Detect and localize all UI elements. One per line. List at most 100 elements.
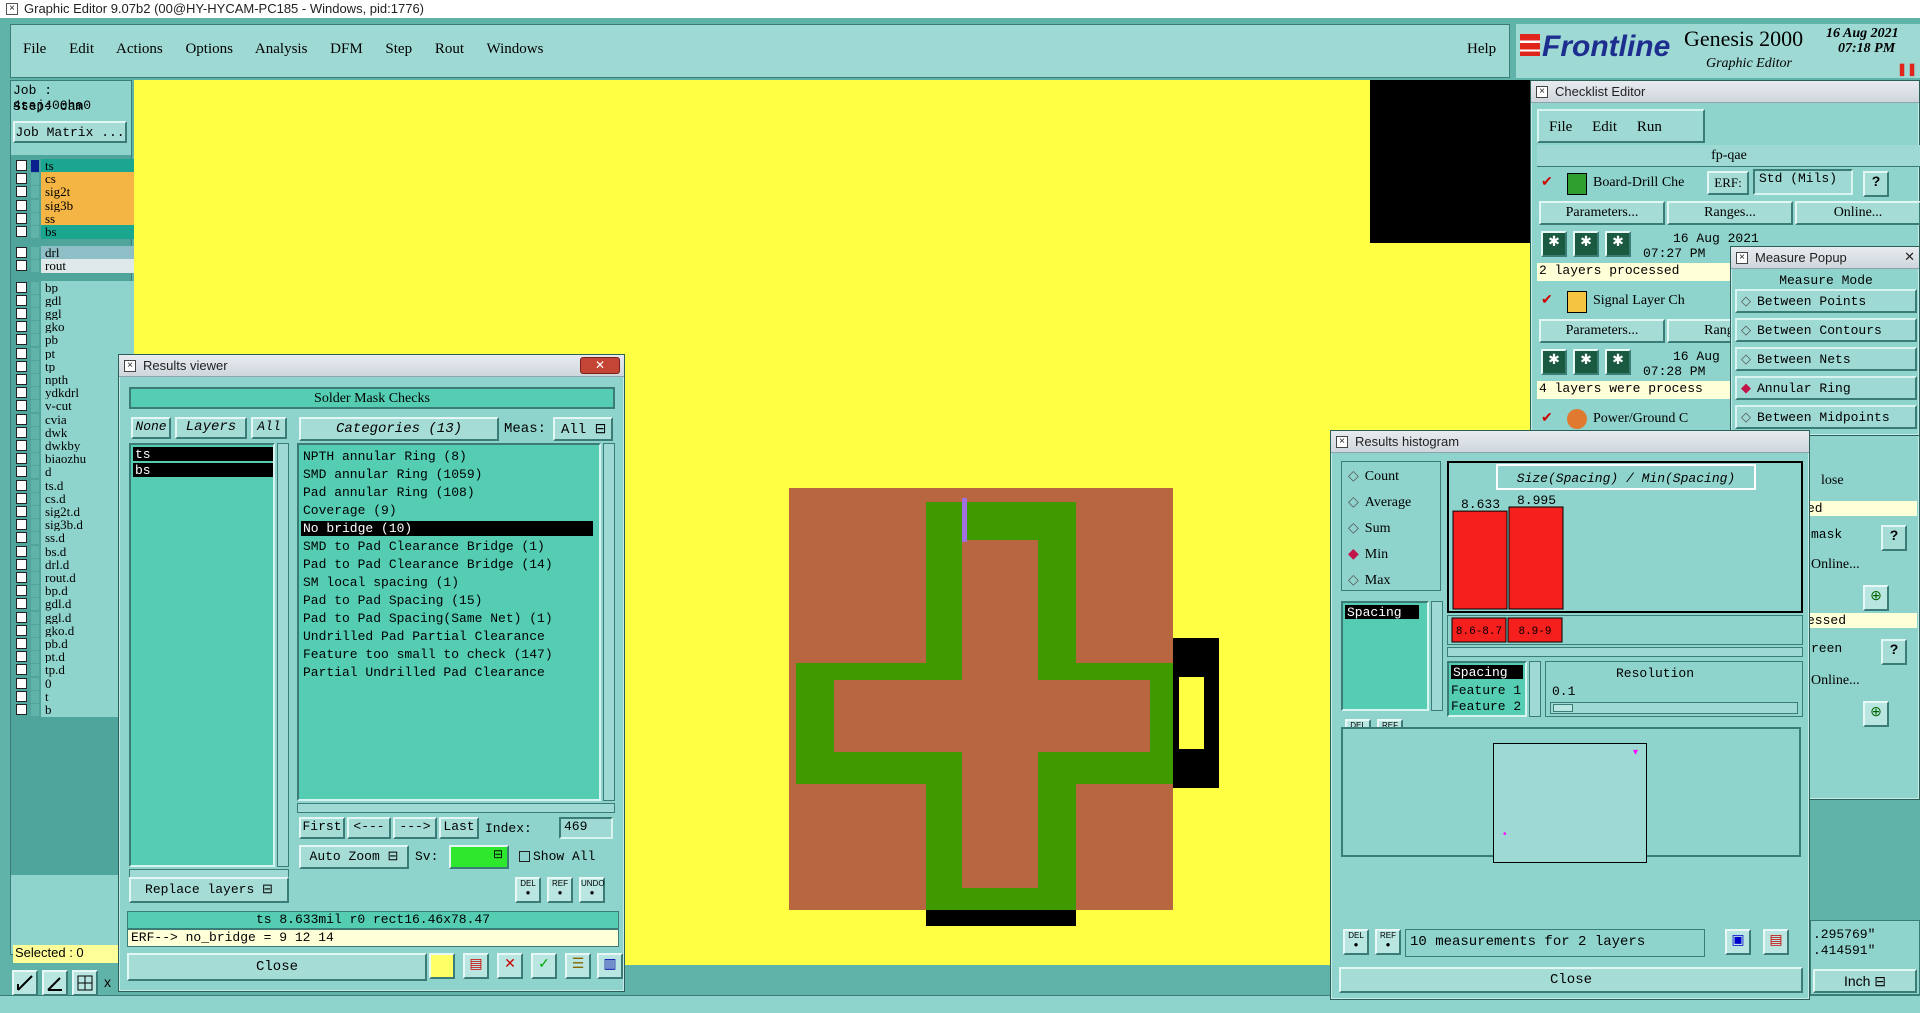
job-matrix-button[interactable]: Job Matrix ... bbox=[13, 121, 127, 143]
histogram-items-list[interactable]: Spacing bbox=[1341, 601, 1429, 711]
grid-tool-icon[interactable] bbox=[72, 970, 98, 996]
checklist-menu-edit[interactable]: Edit bbox=[1592, 119, 1617, 135]
layers-listbox[interactable]: ts bs bbox=[129, 443, 275, 867]
measure-option[interactable]: ◇ Between Points bbox=[1735, 289, 1917, 313]
row1-run-icon-1[interactable]: ✱ bbox=[1541, 231, 1567, 257]
fragment-zoom-icon-2[interactable]: ⊕ bbox=[1863, 701, 1889, 727]
field-vscroll[interactable] bbox=[1529, 661, 1541, 717]
fragment-zoom-icon-1[interactable]: ⊕ bbox=[1863, 585, 1889, 611]
layer-checkbox[interactable] bbox=[16, 321, 27, 333]
category-item[interactable]: Pad annular Ring (108) bbox=[301, 485, 593, 500]
category-item[interactable]: Undrilled Pad Partial Clearance bbox=[301, 629, 593, 644]
del-icon[interactable]: DEL ● bbox=[515, 877, 541, 903]
menu-dfm[interactable]: DFM bbox=[330, 41, 363, 57]
measure-option[interactable]: ◇ Between Midpoints bbox=[1735, 405, 1917, 429]
fragment-help-icon-1[interactable]: ? bbox=[1881, 525, 1907, 551]
layer-checkbox[interactable] bbox=[16, 492, 27, 504]
close-icon[interactable]: ✕ bbox=[1904, 249, 1915, 265]
layer-checkbox[interactable] bbox=[16, 413, 27, 425]
icon-chart[interactable]: ▥ bbox=[597, 953, 623, 979]
row3-check[interactable]: ✔ bbox=[1541, 409, 1553, 426]
layer-checkbox[interactable] bbox=[16, 160, 27, 171]
layers-vscroll[interactable] bbox=[277, 443, 289, 867]
category-item[interactable]: Feature too small to check (147) bbox=[301, 647, 593, 662]
slider-thumb[interactable] bbox=[1553, 704, 1573, 712]
layer-checkbox[interactable] bbox=[16, 260, 27, 272]
menu-edit[interactable]: Edit bbox=[69, 41, 94, 57]
category-item[interactable]: Partial Undrilled Pad Clearance bbox=[301, 665, 593, 680]
close-icon[interactable]: ✕ bbox=[580, 357, 620, 374]
row2-run-icon-1[interactable]: ✱ bbox=[1541, 349, 1567, 375]
category-item[interactable]: Pad to Pad Clearance Bridge (14) bbox=[301, 557, 593, 572]
ref-icon[interactable]: REF ● bbox=[547, 877, 573, 903]
menu-options[interactable]: Options bbox=[185, 41, 233, 57]
categories-vscroll[interactable] bbox=[603, 443, 615, 801]
stat-option[interactable]: ◇ Sum bbox=[1348, 520, 1390, 537]
row1-check[interactable]: ✔ bbox=[1541, 173, 1553, 190]
icon-check[interactable]: ✓ bbox=[531, 953, 557, 979]
field-feature2[interactable]: Feature 2 bbox=[1451, 699, 1521, 714]
layer-checkbox[interactable] bbox=[16, 440, 27, 451]
layer-checkbox[interactable] bbox=[16, 545, 27, 557]
layer-checkbox[interactable] bbox=[16, 186, 27, 198]
layer-checkbox[interactable] bbox=[16, 704, 27, 715]
field-list[interactable]: Spacing Feature 1 Feature 2 bbox=[1447, 661, 1527, 717]
layers-none-button[interactable]: None bbox=[131, 417, 171, 439]
category-item[interactable]: Pad to Pad Spacing(Same Net) (1) bbox=[301, 611, 593, 626]
category-item[interactable]: NPTH annular Ring (8) bbox=[301, 449, 593, 464]
row1-std[interactable]: Std (Mils) bbox=[1753, 169, 1853, 195]
icon-list[interactable]: ☰ bbox=[565, 953, 591, 979]
layer-checkbox[interactable] bbox=[16, 453, 27, 465]
angle-tool-icon[interactable] bbox=[42, 970, 68, 996]
menu-step[interactable]: Step bbox=[385, 41, 412, 57]
chart-hscroll[interactable] bbox=[1447, 647, 1803, 657]
fragment-online-1[interactable]: Online... bbox=[1811, 557, 1860, 573]
layer-checkbox[interactable] bbox=[16, 308, 27, 319]
icon-highlight[interactable] bbox=[429, 953, 455, 979]
menu-analysis[interactable]: Analysis bbox=[255, 41, 308, 57]
layer-checkbox[interactable] bbox=[16, 400, 27, 412]
category-item[interactable]: Coverage (9) bbox=[301, 503, 593, 518]
category-item[interactable]: SMD annular Ring (1059) bbox=[301, 467, 593, 482]
hist-export-icon[interactable]: ▣ bbox=[1725, 929, 1751, 955]
hist-footer-ref-icon[interactable]: REF ● bbox=[1375, 929, 1401, 955]
units-dropdown[interactable]: Inch ⊟ bbox=[1813, 969, 1917, 993]
checklist-menu-run[interactable]: Run bbox=[1637, 119, 1662, 135]
layer-item-ts[interactable]: ts bbox=[133, 447, 273, 462]
row3-label[interactable]: Power/Ground C bbox=[1593, 411, 1688, 427]
draw-tool-icon[interactable] bbox=[12, 970, 38, 996]
histogram-bar[interactable] bbox=[1508, 506, 1564, 610]
replace-layers-button[interactable]: Replace layers ⊟ bbox=[129, 877, 289, 903]
layer-checkbox[interactable] bbox=[16, 247, 27, 259]
layer-checkbox[interactable] bbox=[16, 426, 27, 438]
row1-ranges-button[interactable]: Ranges... bbox=[1667, 201, 1793, 225]
preview-box[interactable] bbox=[1493, 743, 1647, 863]
layer-checkbox[interactable] bbox=[16, 199, 27, 211]
category-item[interactable]: SMD to Pad Clearance Bridge (1) bbox=[301, 539, 593, 554]
items-vscroll[interactable] bbox=[1431, 601, 1443, 711]
categories-hscroll[interactable] bbox=[297, 803, 615, 813]
menu-actions[interactable]: Actions bbox=[116, 41, 163, 57]
stat-option[interactable]: ◆ Min bbox=[1348, 546, 1388, 563]
measure-option[interactable]: ◇ Between Nets bbox=[1735, 347, 1917, 371]
layer-checkbox[interactable] bbox=[16, 624, 27, 636]
layer-checkbox[interactable] bbox=[16, 677, 27, 689]
layer-checkbox[interactable] bbox=[16, 638, 27, 649]
categories-listbox[interactable]: NPTH annular Ring (8) SMD annular Ring (1… bbox=[297, 443, 601, 801]
row1-label[interactable]: Board-Drill Che bbox=[1593, 175, 1684, 191]
auto-zoom-dropdown[interactable]: Auto Zoom ⊟ bbox=[299, 845, 409, 869]
layer-checkbox[interactable] bbox=[16, 611, 27, 623]
category-item[interactable]: Pad to Pad Spacing (15) bbox=[301, 593, 593, 608]
stat-option[interactable]: ◇ Average bbox=[1348, 494, 1411, 511]
index-input[interactable]: 469 bbox=[559, 817, 613, 839]
layer-checkbox[interactable] bbox=[16, 664, 27, 676]
layer-checkbox[interactable] bbox=[16, 212, 27, 224]
layer-checkbox[interactable] bbox=[16, 173, 27, 185]
resolution-slider[interactable] bbox=[1550, 702, 1798, 714]
row1-run-icon-2[interactable]: ✱ bbox=[1573, 231, 1599, 257]
layer-checkbox[interactable] bbox=[16, 334, 27, 346]
layer-checkbox[interactable] bbox=[16, 294, 27, 306]
histogram-bar[interactable] bbox=[1452, 510, 1508, 610]
layer-checkbox[interactable] bbox=[16, 519, 27, 531]
layer-checkbox[interactable] bbox=[16, 281, 27, 293]
